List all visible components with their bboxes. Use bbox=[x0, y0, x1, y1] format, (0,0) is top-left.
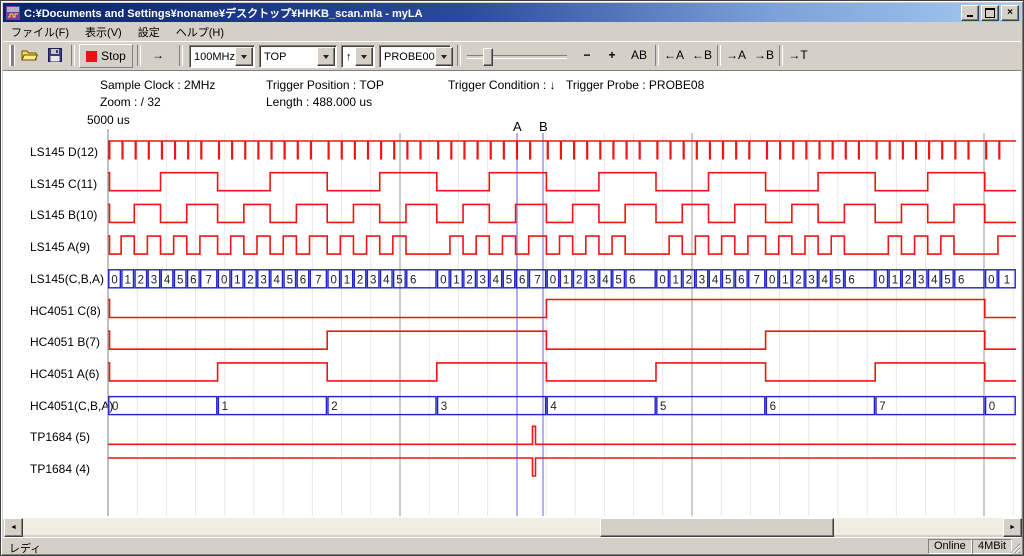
toolbar: Stop → 100MHz TOP ↑ PROBE00 − + AB ←A ←B… bbox=[3, 41, 1021, 71]
scroll-left-button[interactable]: ◄ bbox=[4, 518, 23, 537]
maximize-button[interactable] bbox=[981, 5, 999, 21]
zoom-slider-thumb[interactable] bbox=[483, 48, 493, 66]
toolbar-separator bbox=[779, 45, 783, 66]
menu-file[interactable]: ファイル(F) bbox=[3, 22, 77, 42]
scroll-right-button[interactable]: ► bbox=[1003, 518, 1022, 537]
status-ready-text: レディ bbox=[9, 540, 41, 556]
trigger-probe-info: Trigger Probe : PROBE08 bbox=[566, 78, 704, 92]
menu-bar: ファイル(F) 表示(V) 設定 ヘルプ(H) bbox=[3, 23, 1021, 41]
waveform-client-area bbox=[3, 70, 1021, 519]
toolbar-separator bbox=[71, 45, 75, 66]
sample-clock-info: Sample Clock : 2MHz bbox=[100, 78, 215, 92]
app-icon bbox=[6, 6, 20, 20]
zoom-slider-groove bbox=[467, 55, 567, 59]
trigger-position-info: Trigger Position : TOP bbox=[266, 78, 384, 92]
trigger-condition-info: Trigger Condition : ↓ bbox=[448, 78, 556, 92]
trigger-probe-dropdown-button[interactable] bbox=[435, 47, 453, 66]
trigger-edge-value: ↑ bbox=[342, 51, 355, 63]
chevron-down-icon bbox=[361, 55, 367, 59]
trigger-position-value: TOP bbox=[260, 51, 317, 63]
channel-label: HC4051 B(7) bbox=[30, 335, 108, 350]
goto-marker-b-button[interactable]: ←B bbox=[689, 44, 715, 66]
trigger-edge-dropdown-button[interactable] bbox=[355, 47, 373, 66]
save-button[interactable] bbox=[43, 44, 67, 66]
toolbar-separator bbox=[655, 45, 659, 66]
floppy-icon bbox=[48, 48, 62, 62]
forward-marker-b-button[interactable]: →B bbox=[751, 44, 777, 66]
toolbar-separator bbox=[137, 45, 141, 66]
trigger-position-select[interactable]: TOP bbox=[259, 45, 337, 68]
channel-label: HC4051 A(6) bbox=[30, 367, 108, 382]
stop-button[interactable]: Stop bbox=[79, 44, 133, 68]
trigger-probe-value: PROBE00 bbox=[380, 51, 435, 63]
chevron-down-icon bbox=[441, 55, 447, 59]
zoom-slider[interactable] bbox=[467, 46, 567, 66]
trigger-probe-select[interactable]: PROBE00 bbox=[379, 45, 451, 68]
channel-label: TP1684 (5) bbox=[30, 430, 108, 445]
clock-select-dropdown-button[interactable] bbox=[235, 47, 253, 66]
clock-select-value: 100MHz bbox=[190, 51, 235, 63]
stop-icon bbox=[86, 51, 97, 62]
toolbar-separator bbox=[717, 45, 721, 66]
trigger-edge-select[interactable]: ↑ bbox=[341, 45, 375, 68]
channel-label: LS145(C,B,A) bbox=[30, 272, 108, 287]
time-per-div-label: 5000 us bbox=[87, 113, 130, 127]
zoom-info: Zoom : / 32 bbox=[100, 95, 161, 109]
scrollbar-thumb[interactable] bbox=[600, 518, 834, 537]
channel-label: LS145 B(10) bbox=[30, 208, 108, 223]
channel-label: LS145 C(11) bbox=[30, 177, 108, 192]
goto-trigger-button[interactable]: →T bbox=[785, 44, 811, 66]
minimize-icon bbox=[967, 15, 973, 17]
maximize-icon bbox=[985, 8, 995, 18]
goto-marker-a-button[interactable]: ←A bbox=[661, 44, 687, 66]
open-button[interactable] bbox=[17, 44, 41, 66]
channel-label: TP1684 (4) bbox=[30, 462, 108, 477]
mylа-window: { "window": { "title": "C:¥Documents and… bbox=[0, 0, 1024, 556]
stop-label: Stop bbox=[101, 49, 126, 63]
zoom-in-button[interactable]: + bbox=[600, 44, 624, 66]
menu-view[interactable]: 表示(V) bbox=[77, 22, 130, 42]
run-button[interactable]: → bbox=[143, 44, 173, 66]
ab-button[interactable]: AB bbox=[626, 44, 652, 66]
minimize-button[interactable] bbox=[961, 5, 979, 21]
toolbar-grip bbox=[9, 45, 14, 66]
clock-select[interactable]: 100MHz bbox=[189, 45, 255, 68]
title-bar: C:¥Documents and Settings¥noname¥デスクトップ¥… bbox=[3, 3, 1021, 22]
status-online-badge: Online bbox=[928, 539, 972, 554]
close-button[interactable]: × bbox=[1001, 5, 1019, 21]
toolbar-separator bbox=[457, 45, 461, 66]
menu-settings[interactable]: 設定 bbox=[130, 22, 168, 42]
status-memory-badge: 4MBit bbox=[972, 539, 1012, 554]
resize-grip[interactable] bbox=[1008, 541, 1020, 553]
channel-label: HC4051(C,B,A) bbox=[30, 399, 108, 414]
channel-label: LS145 A(9) bbox=[30, 240, 108, 255]
horizontal-scrollbar[interactable]: ◄ ► bbox=[4, 518, 1020, 535]
forward-marker-a-button[interactable]: →A bbox=[723, 44, 749, 66]
window-title: C:¥Documents and Settings¥noname¥デスクトップ¥… bbox=[24, 5, 961, 21]
open-folder-icon bbox=[21, 48, 38, 62]
chevron-down-icon bbox=[241, 55, 247, 59]
menu-help[interactable]: ヘルプ(H) bbox=[168, 22, 232, 42]
trigger-position-dropdown-button[interactable] bbox=[317, 47, 335, 66]
length-info: Length : 488.000 us bbox=[266, 95, 372, 109]
channel-label: LS145 D(12) bbox=[30, 145, 108, 160]
status-bar: レディ Online 4MBit bbox=[3, 537, 1021, 554]
chevron-down-icon bbox=[323, 55, 329, 59]
channel-label: HC4051 C(8) bbox=[30, 304, 108, 319]
zoom-out-button[interactable]: − bbox=[575, 44, 599, 66]
toolbar-separator bbox=[179, 45, 183, 66]
